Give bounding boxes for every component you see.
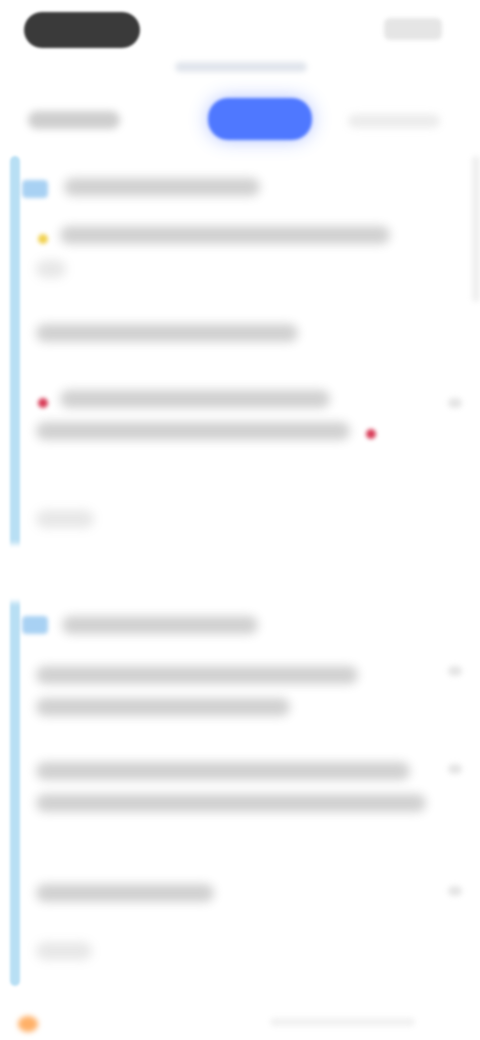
orange-status-icon <box>18 1016 38 1032</box>
content-area <box>0 150 480 1040</box>
message-line <box>36 698 290 716</box>
section-title-line <box>64 178 260 196</box>
toolbar-right-label <box>348 114 440 128</box>
toolbar-left-label <box>28 111 120 129</box>
chevron-down-icon[interactable] <box>448 886 462 896</box>
message-line <box>36 794 426 812</box>
scrollbar[interactable] <box>472 156 480 302</box>
status-pill <box>24 12 140 48</box>
message-line <box>60 226 390 244</box>
meta-text <box>36 942 92 960</box>
red-status-icon <box>366 429 376 439</box>
chevron-down-icon[interactable] <box>448 666 462 676</box>
top-title-placeholder <box>175 62 307 72</box>
message-line-continuation <box>36 260 66 278</box>
yellow-status-icon <box>38 234 48 244</box>
message-line <box>36 422 350 440</box>
message-line <box>36 884 214 902</box>
meta-text <box>36 510 94 528</box>
message-line <box>36 324 298 342</box>
status-right-indicators <box>384 18 442 40</box>
section-title-line <box>62 616 258 634</box>
status-bar <box>0 0 480 72</box>
chevron-down-icon[interactable] <box>448 398 462 408</box>
bottom-hint-line <box>270 1018 415 1026</box>
toolbar <box>0 96 480 148</box>
message-line <box>60 390 330 408</box>
section-marker <box>22 616 48 634</box>
red-status-icon <box>38 398 48 408</box>
message-line <box>36 762 410 780</box>
message-line <box>36 666 358 684</box>
section-marker <box>22 180 48 198</box>
primary-action-button[interactable] <box>208 98 312 140</box>
timeline-gap <box>4 544 28 602</box>
chevron-down-icon[interactable] <box>448 764 462 774</box>
